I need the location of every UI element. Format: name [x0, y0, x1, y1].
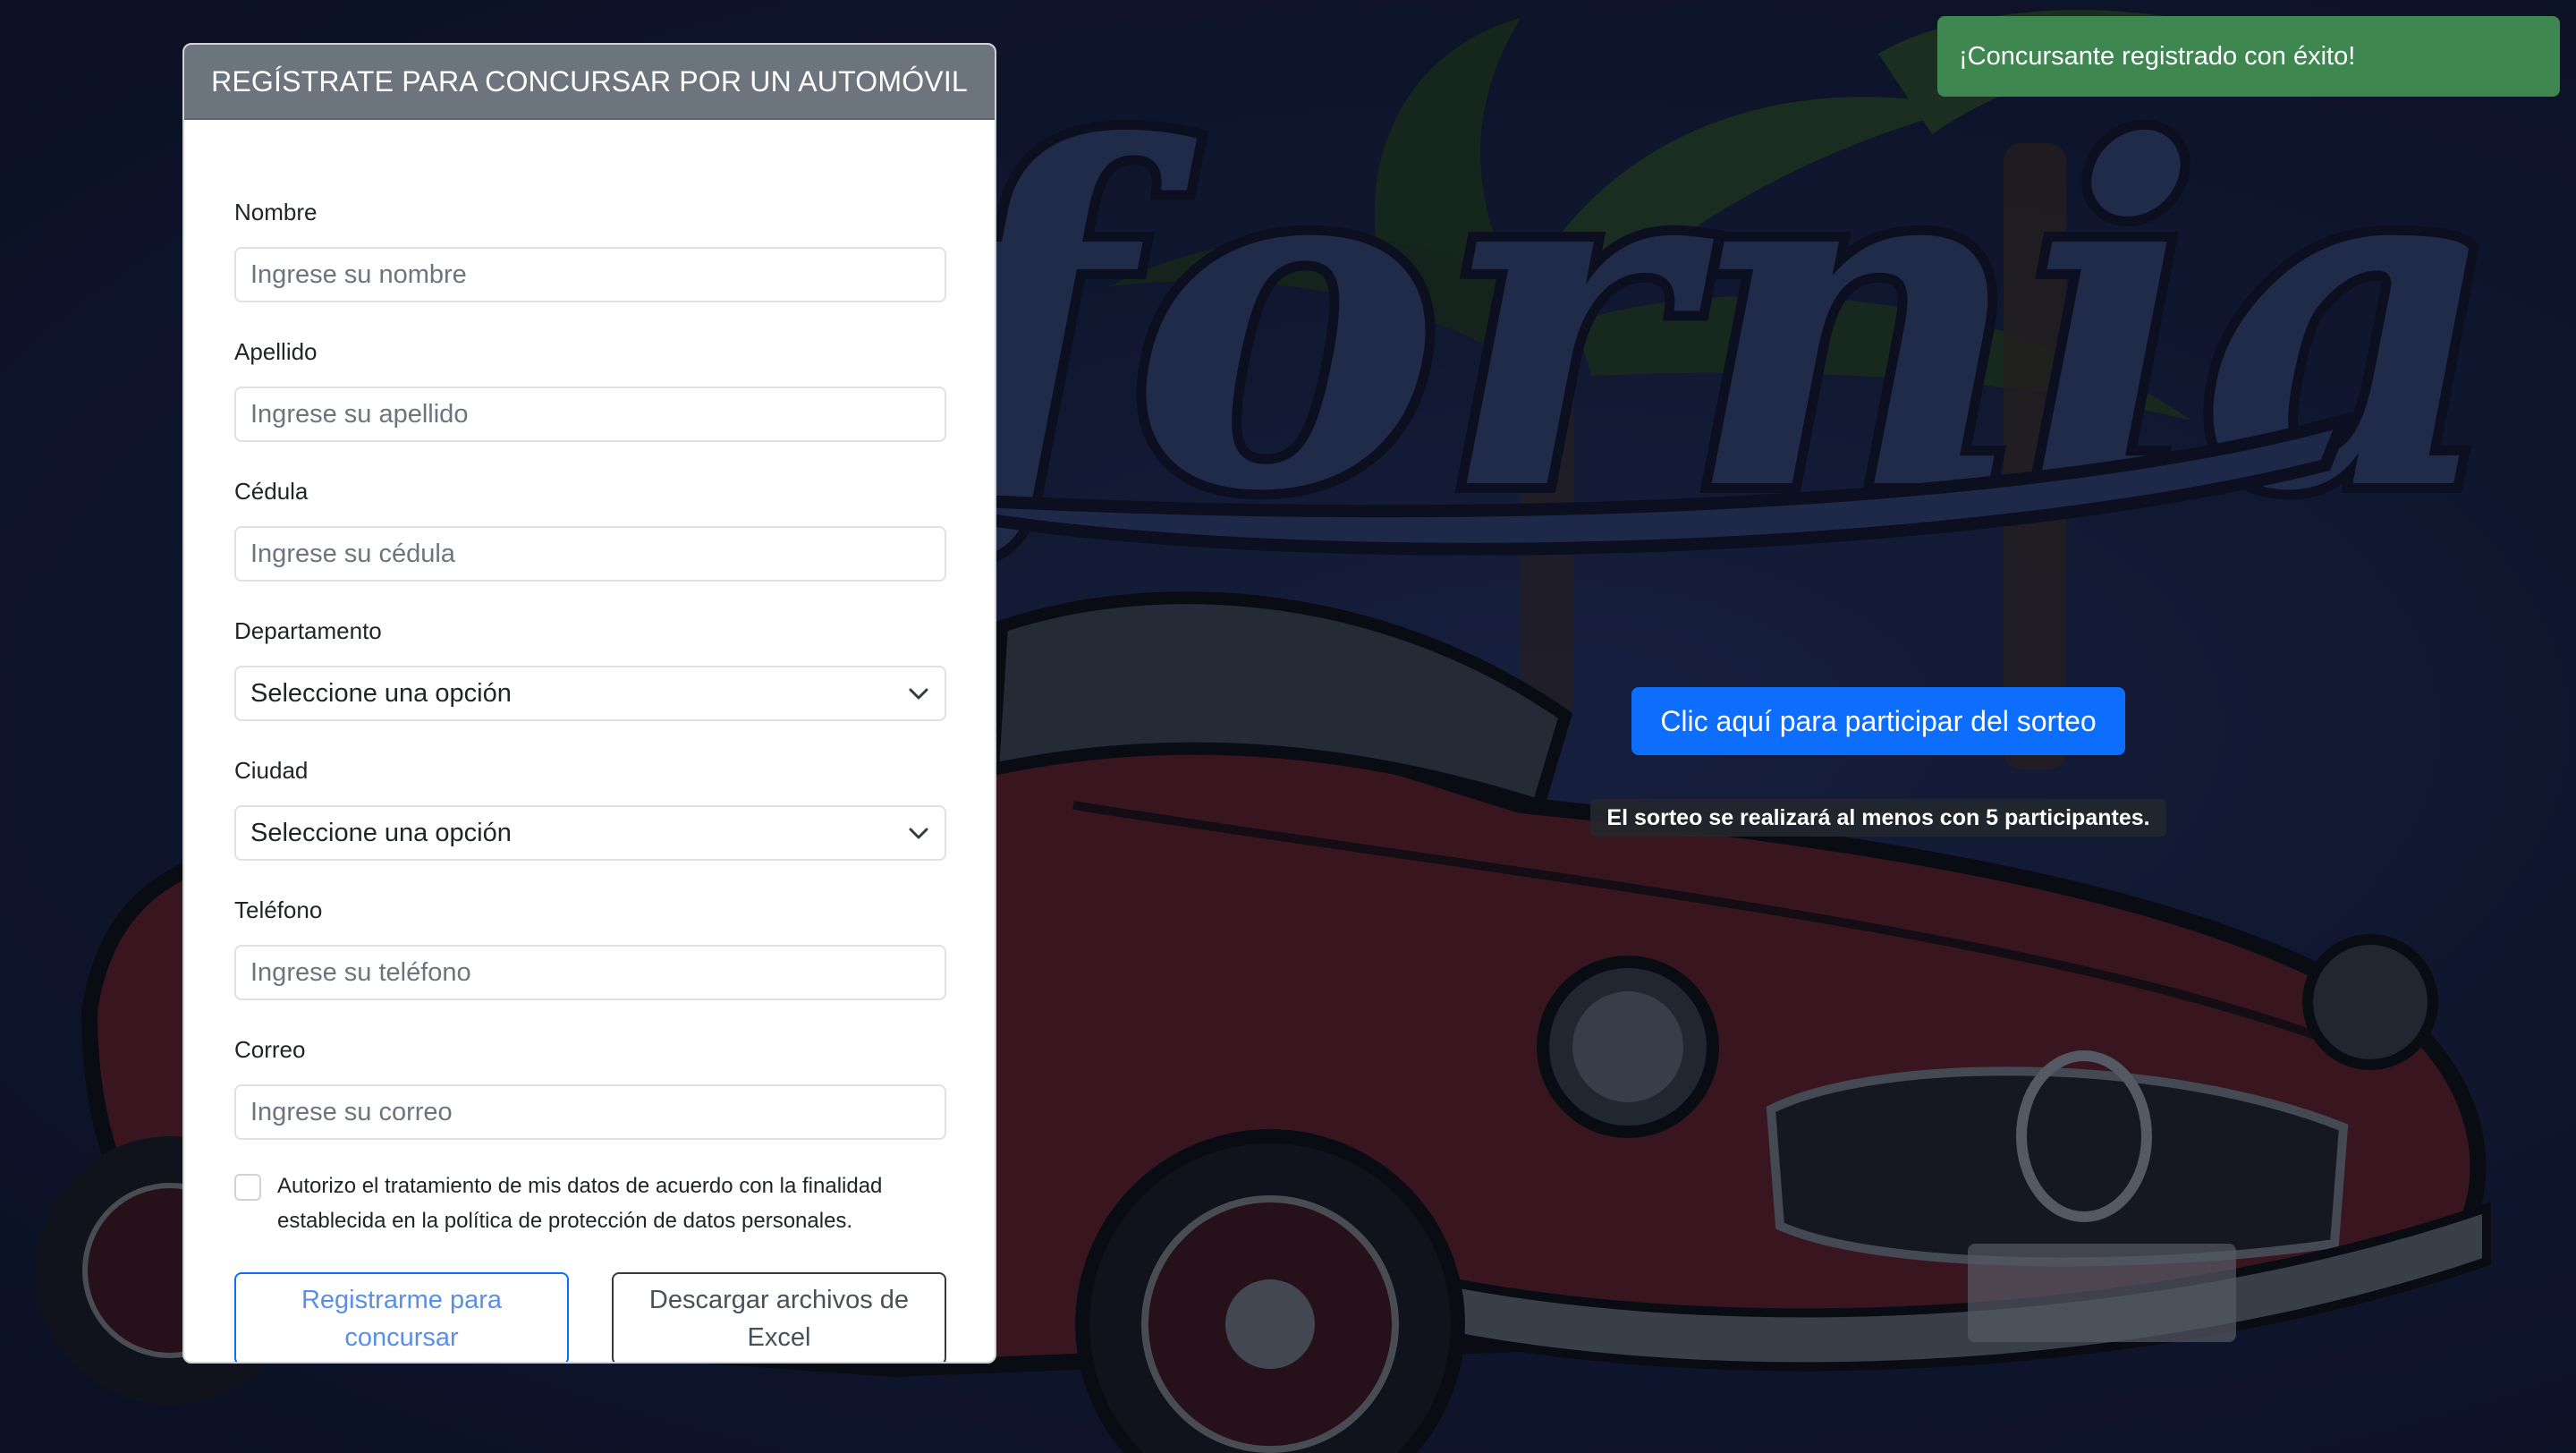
telefono-label: Teléfono — [234, 896, 323, 923]
cedula-input[interactable]: Ingrese su cédula — [234, 526, 946, 582]
register-button-line-2: concursar — [344, 1323, 459, 1352]
ciudad-label: Ciudad — [234, 757, 309, 784]
departamento-selected-value: Seleccione una opción — [250, 678, 512, 708]
correo-placeholder: Ingrese su correo — [250, 1097, 453, 1126]
nombre-placeholder: Ingrese su nombre — [250, 259, 467, 289]
ciudad-selected-value: Seleccione una opción — [250, 818, 512, 847]
download-button-line-2: Excel — [747, 1323, 811, 1352]
chevron-down-icon — [909, 688, 928, 700]
registration-card: REGÍSTRATE PARA CONCURSAR POR UN AUTOMÓV… — [182, 43, 996, 1364]
apellido-placeholder: Ingrese su apellido — [250, 399, 469, 429]
register-button[interactable]: Registrarme para concursar — [234, 1272, 569, 1362]
telefono-placeholder: Ingrese su teléfono — [250, 957, 471, 987]
consent-text-line-1: Autorizo el tratamiento de mis datos de … — [277, 1174, 883, 1198]
telefono-input[interactable]: Ingrese su teléfono — [234, 945, 946, 1000]
raffle-note-text: El sorteo se realizará al menos con 5 pa… — [1606, 804, 2150, 830]
download-excel-button[interactable]: Descargar archivos de Excel — [612, 1272, 946, 1362]
cedula-label: Cédula — [234, 478, 309, 505]
consent-checkbox[interactable] — [234, 1174, 261, 1201]
departamento-label: Departamento — [234, 617, 382, 644]
nombre-label: Nombre — [234, 199, 318, 225]
ciudad-select[interactable]: Seleccione una opción — [234, 805, 946, 861]
form-title: REGÍSTRATE PARA CONCURSAR POR UN AUTOMÓV… — [184, 45, 995, 120]
departamento-select[interactable]: Seleccione una opción — [234, 666, 946, 721]
register-button-line-1: Registrarme para — [301, 1286, 503, 1314]
cedula-placeholder: Ingrese su cédula — [250, 539, 455, 568]
apellido-input[interactable]: Ingrese su apellido — [234, 387, 946, 442]
consent-text: Autorizo el tratamiento de mis datos de … — [277, 1168, 946, 1238]
download-button-line-1: Descargar archivos de — [648, 1286, 910, 1314]
raffle-note: El sorteo se realizará al menos con 5 pa… — [1590, 799, 2166, 837]
consent-text-line-2: establecida en la política de protección… — [277, 1209, 853, 1233]
toast-message: ¡Concursante registrado con éxito! — [1959, 41, 2356, 71]
success-toast: ¡Concursante registrado con éxito! — [1937, 16, 2560, 97]
participate-raffle-button[interactable]: Clic aquí para participar del sorteo — [1631, 687, 2125, 755]
chevron-down-icon — [909, 828, 928, 839]
nombre-input[interactable]: Ingrese su nombre — [234, 247, 946, 302]
correo-input[interactable]: Ingrese su correo — [234, 1084, 946, 1140]
apellido-label: Apellido — [234, 338, 318, 365]
raffle-button-label: Clic aquí para participar del sorteo — [1660, 704, 2097, 737]
correo-label: Correo — [234, 1036, 306, 1063]
